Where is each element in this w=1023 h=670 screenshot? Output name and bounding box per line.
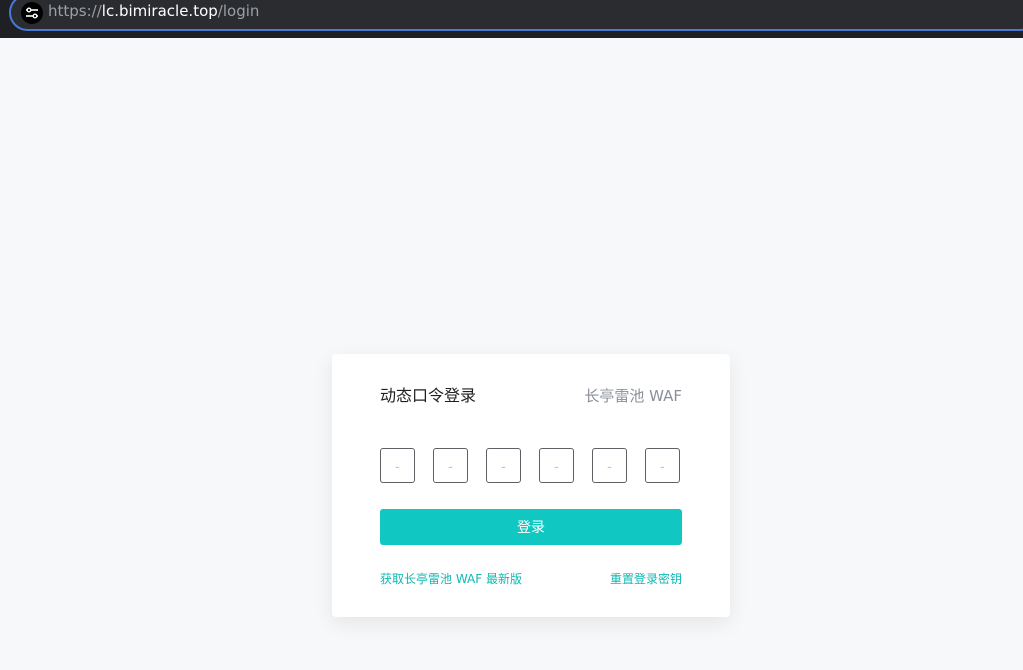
site-settings-icon[interactable] <box>21 2 43 24</box>
brand-label: 长亭雷池 WAF <box>584 387 682 405</box>
login-card: 动态口令登录 长亭雷池 WAF 登录 获取长亭雷池 WAF 最新版 重置登录密钥 <box>332 354 730 617</box>
login-page: 动态口令登录 长亭雷池 WAF 登录 获取长亭雷池 WAF 最新版 重置登录密钥 <box>0 38 1023 670</box>
otp-digit-4[interactable] <box>539 448 574 483</box>
url-path: /login <box>217 2 260 20</box>
url-text[interactable]: https://lc.bimiracle.top/login <box>48 1 259 21</box>
login-title: 动态口令登录 <box>380 386 477 405</box>
login-button[interactable]: 登录 <box>380 509 682 545</box>
otp-digit-2[interactable] <box>433 448 468 483</box>
browser-toolbar: https://lc.bimiracle.top/login <box>0 0 1023 38</box>
otp-digit-3[interactable] <box>486 448 521 483</box>
address-bar[interactable]: https://lc.bimiracle.top/login <box>9 0 1023 31</box>
otp-digit-1[interactable] <box>380 448 415 483</box>
url-host: lc.bimiracle.top <box>101 2 218 20</box>
reset-login-key-link[interactable]: 重置登录密钥 <box>610 571 682 587</box>
otp-digit-6[interactable] <box>645 448 680 483</box>
otp-input-group <box>380 448 682 485</box>
otp-digit-5[interactable] <box>592 448 627 483</box>
get-latest-version-link[interactable]: 获取长亭雷池 WAF 最新版 <box>380 571 522 587</box>
url-scheme: https:// <box>48 2 102 20</box>
